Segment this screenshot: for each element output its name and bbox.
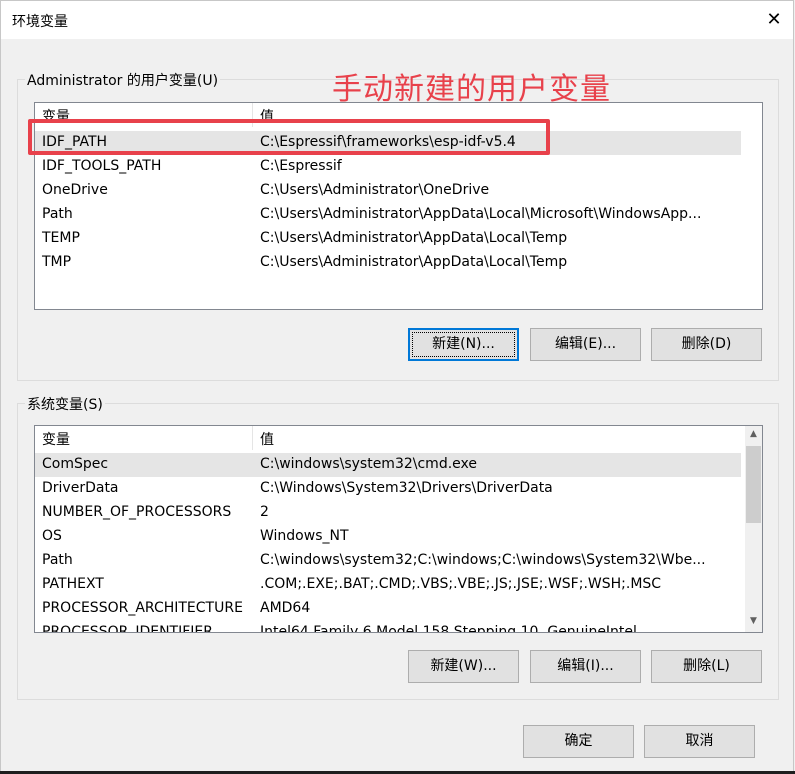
system-vars-list[interactable]: 变量 值 ComSpec C:\windows\system32\cmd.exe… <box>34 425 763 633</box>
column-header-value[interactable]: 值 <box>260 429 274 449</box>
table-row[interactable]: ComSpec C:\windows\system32\cmd.exe <box>35 453 741 477</box>
list-header: 变量 值 <box>35 426 762 450</box>
var-name: Path <box>42 206 73 222</box>
var-name: TEMP <box>42 230 80 246</box>
var-value: C:\Users\Administrator\AppData\Local\Tem… <box>260 254 568 270</box>
table-row[interactable]: PATHEXT .COM;.EXE;.BAT;.CMD;.VBS;.VBE;.J… <box>35 573 741 597</box>
table-row[interactable]: IDF_TOOLS_PATH C:\Espressif <box>35 155 741 179</box>
column-divider[interactable] <box>252 426 253 450</box>
var-value: C:\Users\Administrator\OneDrive <box>260 182 490 198</box>
cancel-button[interactable]: 取消 <box>644 725 755 758</box>
var-value: C:\windows\system32;C:\windows;C:\window… <box>260 552 706 568</box>
user-delete-button[interactable]: 删除(D) <box>651 328 762 361</box>
chevron-down-icon[interactable]: ▼ <box>745 613 762 630</box>
var-name: ComSpec <box>42 456 109 472</box>
var-name: IDF_TOOLS_PATH <box>42 158 162 174</box>
annotation-highlight-box <box>28 119 550 155</box>
var-name: PATHEXT <box>42 576 104 592</box>
table-row[interactable]: OS Windows_NT <box>35 525 741 549</box>
var-value: Intel64 Family 6 Model 158 Stepping 10, … <box>260 624 637 633</box>
user-vars-label: Administrator 的用户变量(U) <box>25 70 221 90</box>
table-row[interactable]: OneDrive C:\Users\Administrator\OneDrive <box>35 179 741 203</box>
system-edit-button[interactable]: 编辑(I)... <box>530 650 641 683</box>
table-row[interactable]: TEMP C:\Users\Administrator\AppData\Loca… <box>35 227 741 251</box>
chevron-up-icon[interactable]: ▲ <box>745 426 762 443</box>
var-value: C:\Windows\System32\Drivers\DriverData <box>260 480 553 496</box>
scroll-thumb[interactable] <box>746 446 761 523</box>
table-row[interactable]: PROCESSOR_IDENTIFIER Intel64 Family 6 Mo… <box>35 621 741 633</box>
var-value: C:\windows\system32\cmd.exe <box>260 456 477 472</box>
window-title: 环境变量 <box>12 14 68 30</box>
table-row[interactable]: TMP C:\Users\Administrator\AppData\Local… <box>35 251 741 275</box>
column-header-variable[interactable]: 变量 <box>42 429 70 449</box>
var-value: 2 <box>260 504 269 520</box>
annotation-text: 手动新建的用户变量 <box>332 72 611 107</box>
title-bar: 环境变量 ✕ <box>1 1 793 39</box>
var-value: C:\Espressif <box>260 158 342 174</box>
var-value: .COM;.EXE;.BAT;.CMD;.VBS;.VBE;.JS;.JSE;.… <box>260 576 662 592</box>
var-value: Windows_NT <box>260 528 349 544</box>
table-row[interactable]: Path C:\windows\system32;C:\windows;C:\w… <box>35 549 741 573</box>
var-name: Path <box>42 552 73 568</box>
var-name: TMP <box>42 254 72 270</box>
table-row[interactable]: NUMBER_OF_PROCESSORS 2 <box>35 501 741 525</box>
var-name: PROCESSOR_IDENTIFIER <box>42 624 213 633</box>
var-name: NUMBER_OF_PROCESSORS <box>42 504 232 520</box>
var-name: OneDrive <box>42 182 108 198</box>
system-new-button[interactable]: 新建(W)... <box>408 650 519 683</box>
var-name: PROCESSOR_ARCHITECTURE <box>42 600 243 616</box>
user-edit-button[interactable]: 编辑(E)... <box>530 328 641 361</box>
user-new-button[interactable]: 新建(N)... <box>408 328 519 361</box>
ok-button[interactable]: 确定 <box>523 725 634 758</box>
vertical-scrollbar[interactable]: ▲ ▼ <box>745 426 762 632</box>
close-icon[interactable]: ✕ <box>761 7 787 33</box>
table-row[interactable]: Path C:\Users\Administrator\AppData\Loca… <box>35 203 741 227</box>
table-row[interactable]: PROCESSOR_ARCHITECTURE AMD64 <box>35 597 741 621</box>
var-name: OS <box>42 528 62 544</box>
var-value: C:\Users\Administrator\AppData\Local\Mic… <box>260 206 702 222</box>
var-value: C:\Users\Administrator\AppData\Local\Tem… <box>260 230 568 246</box>
system-vars-label: 系统变量(S) <box>25 394 105 414</box>
system-delete-button[interactable]: 删除(L) <box>651 650 762 683</box>
var-name: DriverData <box>42 480 119 496</box>
table-row[interactable]: DriverData C:\Windows\System32\Drivers\D… <box>35 477 741 501</box>
var-value: AMD64 <box>260 600 311 616</box>
